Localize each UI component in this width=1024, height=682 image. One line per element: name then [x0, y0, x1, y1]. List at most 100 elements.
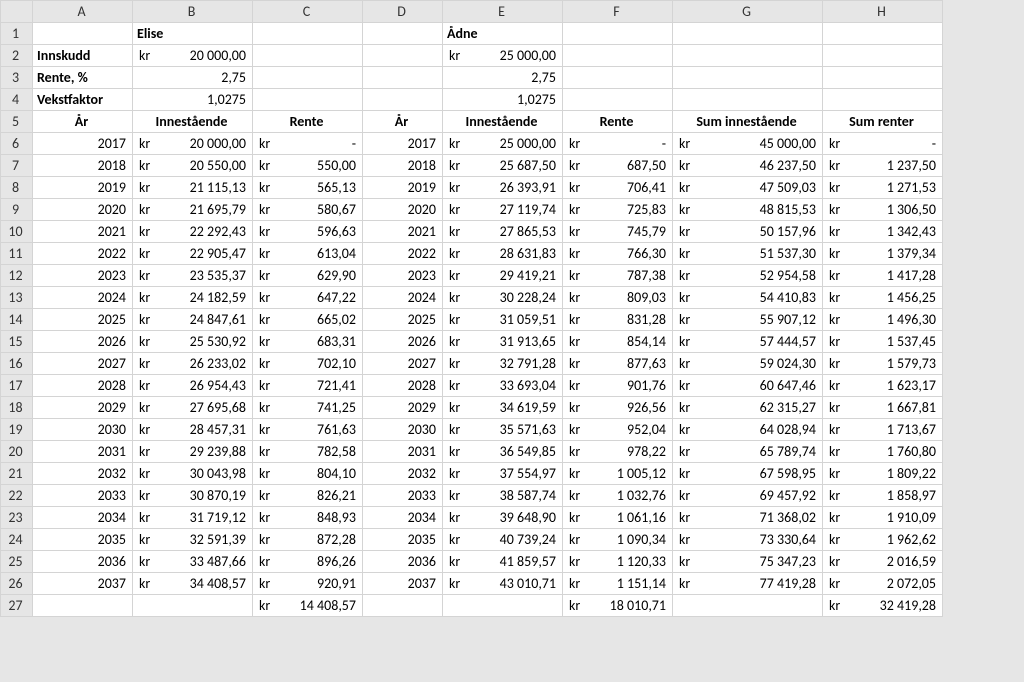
col-header-B[interactable]: B — [133, 1, 253, 23]
hdr-rente-elise[interactable]: Rente — [253, 111, 363, 133]
year-adne[interactable]: 2020 — [363, 199, 443, 221]
year-adne[interactable]: 2034 — [363, 507, 443, 529]
adne-balance[interactable]: kr41 859,57 — [443, 551, 563, 573]
year-elise[interactable]: 2037 — [33, 573, 133, 595]
adne-balance[interactable]: kr39 648,90 — [443, 507, 563, 529]
sum-balance[interactable]: kr73 330,64 — [673, 529, 823, 551]
hdr-ar-elise[interactable]: År — [33, 111, 133, 133]
empty-cell[interactable] — [563, 23, 673, 45]
elise-interest[interactable]: kr872,28 — [253, 529, 363, 551]
year-adne[interactable]: 2037 — [363, 573, 443, 595]
empty-cell[interactable] — [823, 23, 943, 45]
year-elise[interactable]: 2020 — [33, 199, 133, 221]
row-header-11[interactable]: 11 — [1, 243, 33, 265]
sum-interest[interactable]: kr1 809,22 — [823, 463, 943, 485]
elise-interest[interactable]: kr761,63 — [253, 419, 363, 441]
year-elise[interactable]: 2030 — [33, 419, 133, 441]
row-header-18[interactable]: 18 — [1, 397, 33, 419]
sum-interest[interactable]: kr2 016,59 — [823, 551, 943, 573]
adne-balance[interactable]: kr31 059,51 — [443, 309, 563, 331]
year-adne[interactable]: 2033 — [363, 485, 443, 507]
col-header-C[interactable]: C — [253, 1, 363, 23]
year-adne[interactable]: 2035 — [363, 529, 443, 551]
sum-interest[interactable]: kr1 713,67 — [823, 419, 943, 441]
empty-cell[interactable] — [673, 45, 823, 67]
adne-interest[interactable]: kr831,28 — [563, 309, 673, 331]
elise-vekstfaktor[interactable]: 1,0275 — [133, 89, 253, 111]
col-header-D[interactable]: D — [363, 1, 443, 23]
elise-interest[interactable]: kr- — [253, 133, 363, 155]
label-rente-pct[interactable]: Rente, % — [33, 67, 133, 89]
adne-interest[interactable]: kr809,03 — [563, 287, 673, 309]
spreadsheet-grid[interactable]: A B C D E F G H 1EliseÅdne2Innskuddkr20 … — [0, 0, 943, 617]
row-header-27[interactable]: 27 — [1, 595, 33, 617]
elise-balance[interactable]: kr21 695,79 — [133, 199, 253, 221]
row-header-20[interactable]: 20 — [1, 441, 33, 463]
elise-interest[interactable]: kr596,63 — [253, 221, 363, 243]
adne-interest[interactable]: kr926,56 — [563, 397, 673, 419]
adne-balance[interactable]: kr30 228,24 — [443, 287, 563, 309]
adne-interest[interactable]: kr725,83 — [563, 199, 673, 221]
year-elise[interactable]: 2032 — [33, 463, 133, 485]
elise-balance[interactable]: kr20 000,00 — [133, 133, 253, 155]
row-header-4[interactable]: 4 — [1, 89, 33, 111]
row-header-22[interactable]: 22 — [1, 485, 33, 507]
year-elise[interactable]: 2025 — [33, 309, 133, 331]
adne-rente-pct[interactable]: 2,75 — [443, 67, 563, 89]
adne-interest[interactable]: kr952,04 — [563, 419, 673, 441]
row-header-19[interactable]: 19 — [1, 419, 33, 441]
year-adne[interactable]: 2031 — [363, 441, 443, 463]
sum-interest[interactable]: kr1 623,17 — [823, 375, 943, 397]
row-header-10[interactable]: 10 — [1, 221, 33, 243]
adne-balance[interactable]: kr32 791,28 — [443, 353, 563, 375]
adne-interest[interactable]: kr901,76 — [563, 375, 673, 397]
empty-cell[interactable] — [133, 595, 253, 617]
elise-balance[interactable]: kr21 115,13 — [133, 177, 253, 199]
year-elise[interactable]: 2033 — [33, 485, 133, 507]
year-elise[interactable]: 2027 — [33, 353, 133, 375]
year-elise[interactable]: 2023 — [33, 265, 133, 287]
elise-interest[interactable]: kr550,00 — [253, 155, 363, 177]
col-header-E[interactable]: E — [443, 1, 563, 23]
adne-balance[interactable]: kr34 619,59 — [443, 397, 563, 419]
sum-balance[interactable]: kr54 410,83 — [673, 287, 823, 309]
year-elise[interactable]: 2029 — [33, 397, 133, 419]
adne-interest[interactable]: kr1 061,16 — [563, 507, 673, 529]
year-adne[interactable]: 2026 — [363, 331, 443, 353]
elise-balance[interactable]: kr23 535,37 — [133, 265, 253, 287]
hdr-rente-adne[interactable]: Rente — [563, 111, 673, 133]
year-adne[interactable]: 2025 — [363, 309, 443, 331]
year-adne[interactable]: 2032 — [363, 463, 443, 485]
year-adne[interactable]: 2017 — [363, 133, 443, 155]
adne-balance[interactable]: kr33 693,04 — [443, 375, 563, 397]
elise-interest[interactable]: kr826,21 — [253, 485, 363, 507]
adne-interest[interactable]: kr978,22 — [563, 441, 673, 463]
elise-balance[interactable]: kr33 487,66 — [133, 551, 253, 573]
year-adne[interactable]: 2024 — [363, 287, 443, 309]
elise-balance[interactable]: kr22 905,47 — [133, 243, 253, 265]
col-header-F[interactable]: F — [563, 1, 673, 23]
row-header-17[interactable]: 17 — [1, 375, 33, 397]
elise-interest[interactable]: kr804,10 — [253, 463, 363, 485]
year-elise[interactable]: 2017 — [33, 133, 133, 155]
select-all-corner[interactable] — [1, 1, 33, 23]
elise-interest[interactable]: kr565,13 — [253, 177, 363, 199]
adne-interest[interactable]: kr1 151,14 — [563, 573, 673, 595]
sum-balance[interactable]: kr50 157,96 — [673, 221, 823, 243]
col-header-H[interactable]: H — [823, 1, 943, 23]
sum-balance[interactable]: kr55 907,12 — [673, 309, 823, 331]
elise-balance[interactable]: kr22 292,43 — [133, 221, 253, 243]
row-header-24[interactable]: 24 — [1, 529, 33, 551]
adne-interest[interactable]: kr687,50 — [563, 155, 673, 177]
label-innskudd[interactable]: Innskudd — [33, 45, 133, 67]
hdr-innestaende-adne[interactable]: Innestående — [443, 111, 563, 133]
adne-interest[interactable]: kr877,63 — [563, 353, 673, 375]
year-elise[interactable]: 2018 — [33, 155, 133, 177]
empty-cell[interactable] — [253, 45, 363, 67]
adne-interest[interactable]: kr854,14 — [563, 331, 673, 353]
sum-interest[interactable]: kr1 271,53 — [823, 177, 943, 199]
total-adne-interest[interactable]: kr18 010,71 — [563, 595, 673, 617]
adne-balance[interactable]: kr38 587,74 — [443, 485, 563, 507]
row-header-7[interactable]: 7 — [1, 155, 33, 177]
sum-balance[interactable]: kr67 598,95 — [673, 463, 823, 485]
